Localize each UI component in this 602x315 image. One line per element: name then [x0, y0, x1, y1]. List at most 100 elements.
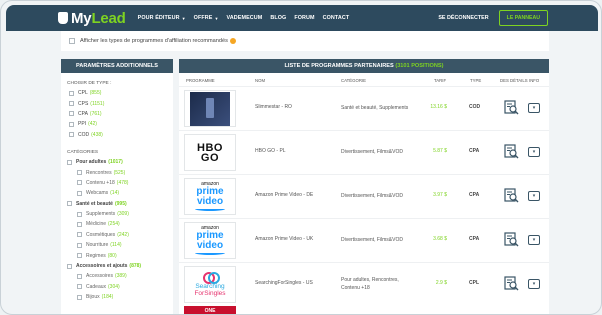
checkbox[interactable]	[77, 284, 82, 290]
checkbox[interactable]	[77, 253, 82, 259]
program-logo[interactable]: amazon prime video	[184, 178, 236, 215]
filter-subcategory[interactable]: Supplements (309)	[61, 209, 173, 219]
program-category: Divertissement, Films&VOD	[341, 237, 403, 243]
checkbox[interactable]	[67, 201, 72, 207]
program-price: 3.68 $	[433, 236, 447, 242]
info-dropdown-button[interactable]: ▾	[528, 103, 540, 113]
filter-subcategory[interactable]: Webcams (14)	[61, 188, 173, 198]
filter-type-ppi[interactable]: PPI (42)	[61, 119, 173, 129]
chevron-down-icon: ▾	[532, 237, 536, 243]
filter-count: (114)	[110, 242, 122, 249]
filter-label: COD	[78, 131, 90, 138]
checkbox[interactable]	[77, 294, 82, 300]
nav-blog[interactable]: BLOG	[270, 15, 286, 21]
program-name[interactable]: Amazon Prime Video - DE	[255, 192, 313, 198]
nav-contact[interactable]: CONTACT	[323, 15, 350, 21]
table-header: PROGRAMME NOM CATÉGORIE TARIF TYPE DES D…	[179, 73, 549, 86]
details-magnifier-icon[interactable]	[504, 188, 519, 203]
info-dropdown-button[interactable]: ▾	[528, 147, 540, 157]
filter-label: Pour adultes	[76, 159, 107, 166]
checkbox[interactable]	[67, 263, 72, 269]
info-dropdown-button[interactable]: ▾	[528, 279, 540, 289]
checkbox[interactable]	[77, 170, 82, 176]
filter-subcategory[interactable]: Cosmétiques (242)	[61, 230, 173, 240]
filter-label: Contenu +18	[86, 179, 115, 186]
filter-type-cod[interactable]: COD (438)	[61, 130, 173, 140]
checkbox[interactable]	[69, 121, 74, 127]
filter-count: (242)	[117, 231, 129, 238]
table-row[interactable]: HBO GO HBO GO - PL Divertissement, Films&…	[179, 130, 549, 174]
filter-subcategory[interactable]: Nourriture (114)	[61, 240, 173, 250]
checkbox[interactable]	[69, 111, 74, 117]
chevron-down-icon: ▼	[181, 15, 186, 21]
filter-subcategory[interactable]: Accessoires (389)	[61, 271, 173, 281]
nav-vademecum[interactable]: VADEMECUM	[227, 15, 263, 21]
program-name[interactable]: SearchingForSingles - US	[255, 280, 313, 286]
details-magnifier-icon[interactable]	[504, 144, 519, 159]
info-dropdown-button[interactable]: ▾	[528, 235, 540, 245]
table-row[interactable]: amazon prime video Amazon Prime Video - D…	[179, 174, 549, 218]
filter-subcategory[interactable]: Rencontres (525)	[61, 167, 173, 177]
details-magnifier-icon[interactable]	[504, 232, 519, 247]
table-row[interactable]: amazon prime video Amazon Prime Video - U…	[179, 218, 549, 262]
logo-suffix: Lead	[91, 9, 126, 27]
checkbox[interactable]	[77, 211, 82, 217]
category-line: Pour adultes, Rencontres,	[341, 277, 399, 283]
sidebar-filters: PARAMÈTRES ADDITIONNELS CHOISIR DE TYPE …	[61, 59, 173, 314]
program-logo[interactable]: Searching ForSingles	[184, 266, 236, 303]
col-category: CATÉGORIE	[341, 78, 366, 83]
logout-link[interactable]: SE DÉCONNECTER	[438, 15, 488, 21]
program-logo[interactable]: HBO GO	[184, 134, 236, 171]
filter-category-accessoires[interactable]: Accessoires et ajouts (878)	[61, 261, 173, 271]
filter-type-cpa[interactable]: CPA (761)	[61, 109, 173, 119]
details-magnifier-icon[interactable]	[504, 276, 519, 291]
recommended-checkbox[interactable]	[69, 38, 75, 44]
amazon-smile-icon	[195, 207, 225, 211]
filter-count: (478)	[116, 179, 129, 186]
filter-label: Accessoires et ajouts	[76, 263, 128, 270]
filter-subcategory[interactable]: Bijoux (184)	[61, 292, 173, 302]
table-row[interactable]: Searching ForSingles SearchingForSingles …	[179, 262, 549, 306]
filter-category-adultes[interactable]: Pour adultes (1017)	[61, 157, 173, 167]
nav-offre[interactable]: OFFRE ▼	[194, 15, 219, 21]
checkbox[interactable]	[77, 221, 82, 227]
checkbox[interactable]	[77, 242, 82, 248]
checkbox[interactable]	[67, 159, 72, 165]
checkbox[interactable]	[69, 101, 74, 107]
filter-label: Accessoires	[86, 273, 113, 280]
checkbox[interactable]	[77, 232, 82, 238]
logo-badge-icon	[58, 12, 68, 24]
program-name[interactable]: HBO GO - PL	[255, 148, 286, 154]
table-row[interactable]: Slimmestar - RO Santé et beauté, Supplem…	[179, 86, 549, 130]
checkbox[interactable]	[77, 190, 82, 196]
filter-subcategory[interactable]: Médicine (254)	[61, 219, 173, 229]
program-type: CPA	[469, 192, 480, 198]
program-logo[interactable]: amazon prime video	[184, 222, 236, 259]
program-logo[interactable]	[184, 90, 236, 127]
filter-subcategory[interactable]: Cadeaux (304)	[61, 282, 173, 292]
col-program: PROGRAMME	[186, 78, 215, 83]
logo-line: prime video	[196, 186, 224, 207]
checkbox[interactable]	[77, 180, 82, 186]
mylead-logo[interactable]: MyLead	[58, 10, 126, 27]
info-dropdown-button[interactable]: ▾	[528, 191, 540, 201]
filter-type-cpl[interactable]: CPL (855)	[61, 88, 173, 98]
program-name[interactable]: Slimmestar - RO	[255, 104, 292, 110]
partial-program-logo[interactable]: ONE	[184, 306, 236, 314]
type-section-title: CHOISIR DE TYPE :	[67, 81, 112, 86]
nav-forum[interactable]: FORUM	[294, 15, 314, 21]
filter-subcategory[interactable]: Regimes (80)	[61, 250, 173, 260]
panel-button[interactable]: LE PANNEAU	[498, 10, 548, 26]
details-magnifier-icon[interactable]	[504, 100, 519, 115]
checkbox[interactable]	[69, 90, 74, 96]
partner-programs-panel: LISTE DE PROGRAMMES PARTENAIRES (3101 PO…	[179, 59, 549, 314]
checkbox[interactable]	[77, 273, 82, 279]
chevron-down-icon: ▾	[532, 149, 536, 155]
checkbox[interactable]	[69, 132, 74, 138]
program-name[interactable]: Amazon Prime Video - UK	[255, 236, 313, 242]
sidebar-title: PARAMÈTRES ADDITIONNELS	[61, 59, 173, 73]
filter-type-cps[interactable]: CPS (1151)	[61, 98, 173, 108]
filter-category-sante[interactable]: Santé et beauté (995)	[61, 199, 173, 209]
filter-subcategory[interactable]: Contenu +18 (478)	[61, 178, 173, 188]
nav-pour-editeur[interactable]: POUR ÉDITEUR ▼	[138, 15, 186, 21]
